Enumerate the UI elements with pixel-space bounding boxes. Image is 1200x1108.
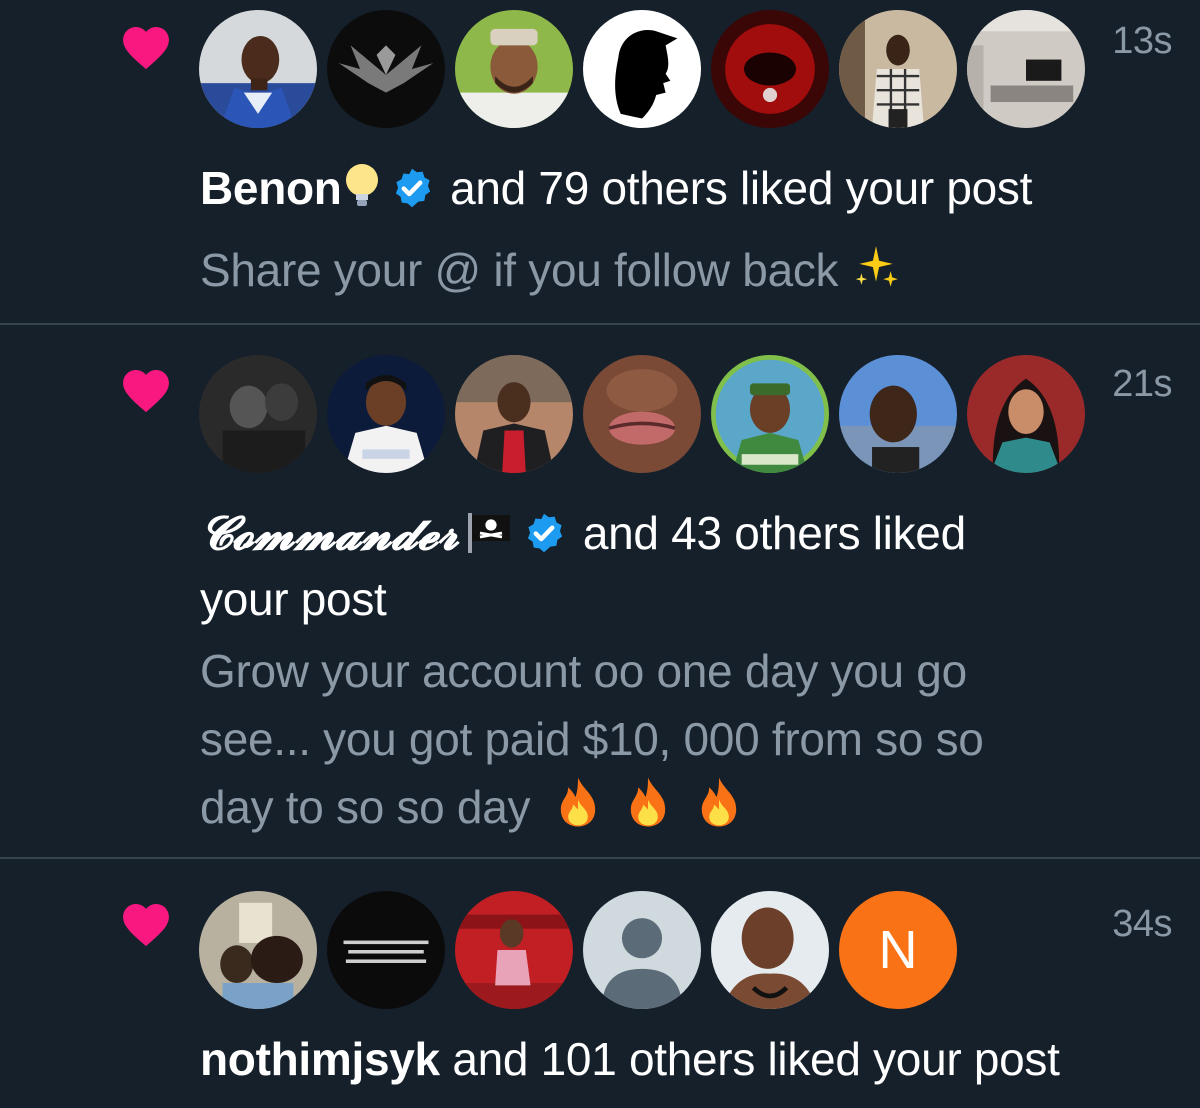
avatar[interactable]: N	[839, 891, 957, 1009]
avatar[interactable]	[583, 10, 701, 128]
avatar[interactable]	[711, 891, 829, 1009]
notification-headline: nothimjsyk and 101 others liked your pos…	[200, 1027, 1164, 1091]
actor-name[interactable]: Benon	[200, 162, 342, 214]
heart-icon	[123, 904, 169, 947]
avatar[interactable]	[711, 355, 829, 473]
avatar[interactable]	[455, 891, 573, 1009]
notifications-feed: 13s Benon and 79 others liked your post …	[0, 0, 1200, 1108]
avatar[interactable]	[967, 10, 1085, 128]
avatar[interactable]	[455, 355, 573, 473]
notification-headline: Benon and 79 others liked your post	[200, 156, 1164, 226]
avatar[interactable]	[327, 355, 445, 473]
timestamp: 34s	[1112, 903, 1172, 945]
notification-headline: 𝓒𝓸𝓶𝓶𝓪𝓷𝓭𝓮𝓻 and 43 others liked	[200, 501, 1164, 571]
pirate-flag-emoji	[466, 507, 514, 571]
post-preview-line: day to so so day	[200, 775, 1164, 845]
avatar[interactable]	[327, 10, 445, 128]
avatar[interactable]	[839, 10, 957, 128]
heart-icon	[123, 370, 169, 413]
avatar[interactable]	[199, 355, 317, 473]
notification-headline-wrap: your post	[200, 567, 1164, 631]
avatar[interactable]	[711, 10, 829, 128]
action-text-wrap: your post	[200, 573, 387, 625]
post-text: see... you got paid $10, 000 from so so	[200, 713, 984, 765]
liker-avatars: N	[199, 891, 957, 1009]
post-preview-line: see... you got paid $10, 000 from so so	[200, 707, 1164, 771]
verified-badge-icon	[395, 168, 430, 208]
post-preview: Share your @ if you follow back	[200, 238, 1164, 308]
avatar[interactable]	[583, 355, 701, 473]
liker-avatars	[199, 355, 1085, 473]
actor-name[interactable]: 𝓒𝓸𝓶𝓶𝓪𝓷𝓭𝓮𝓻	[200, 506, 459, 560]
sparkles-emoji	[851, 242, 901, 308]
avatar[interactable]	[327, 891, 445, 1009]
notification-item[interactable]: N 34s nothimjsyk and 101 others liked yo…	[0, 859, 1200, 1108]
avatar[interactable]	[967, 355, 1085, 473]
actor-name[interactable]: nothimjsyk	[200, 1033, 440, 1085]
fire-emoji	[623, 775, 673, 845]
avatar[interactable]	[839, 355, 957, 473]
timestamp: 13s	[1112, 20, 1172, 62]
post-text: Grow your account oo one day you go	[200, 645, 967, 697]
verified-badge-icon	[528, 513, 563, 553]
action-text: and 79 others liked your post	[450, 162, 1033, 214]
lightbulb-emoji	[342, 162, 382, 226]
post-text: day to so so day	[200, 781, 531, 833]
post-preview-line: Grow your account oo one day you go	[200, 639, 1164, 703]
avatar[interactable]	[199, 10, 317, 128]
avatar[interactable]	[455, 10, 573, 128]
avatar[interactable]	[199, 891, 317, 1009]
liker-avatars	[199, 10, 1085, 128]
notification-item[interactable]: 13s Benon and 79 others liked your post …	[0, 0, 1200, 324]
action-text: and 101 others liked your post	[452, 1033, 1060, 1085]
notification-item[interactable]: 21s 𝓒𝓸𝓶𝓶𝓪𝓷𝓭𝓮𝓻 and 43 others liked your p…	[0, 325, 1200, 857]
heart-icon	[123, 27, 169, 70]
fire-emoji	[694, 775, 744, 845]
post-text: Share your @ if you follow back	[200, 244, 839, 296]
avatar-letter: N	[878, 920, 918, 980]
fire-emoji	[553, 775, 603, 845]
action-text: and 43 others liked	[582, 507, 966, 559]
avatar[interactable]	[583, 891, 701, 1009]
timestamp: 21s	[1112, 363, 1172, 405]
